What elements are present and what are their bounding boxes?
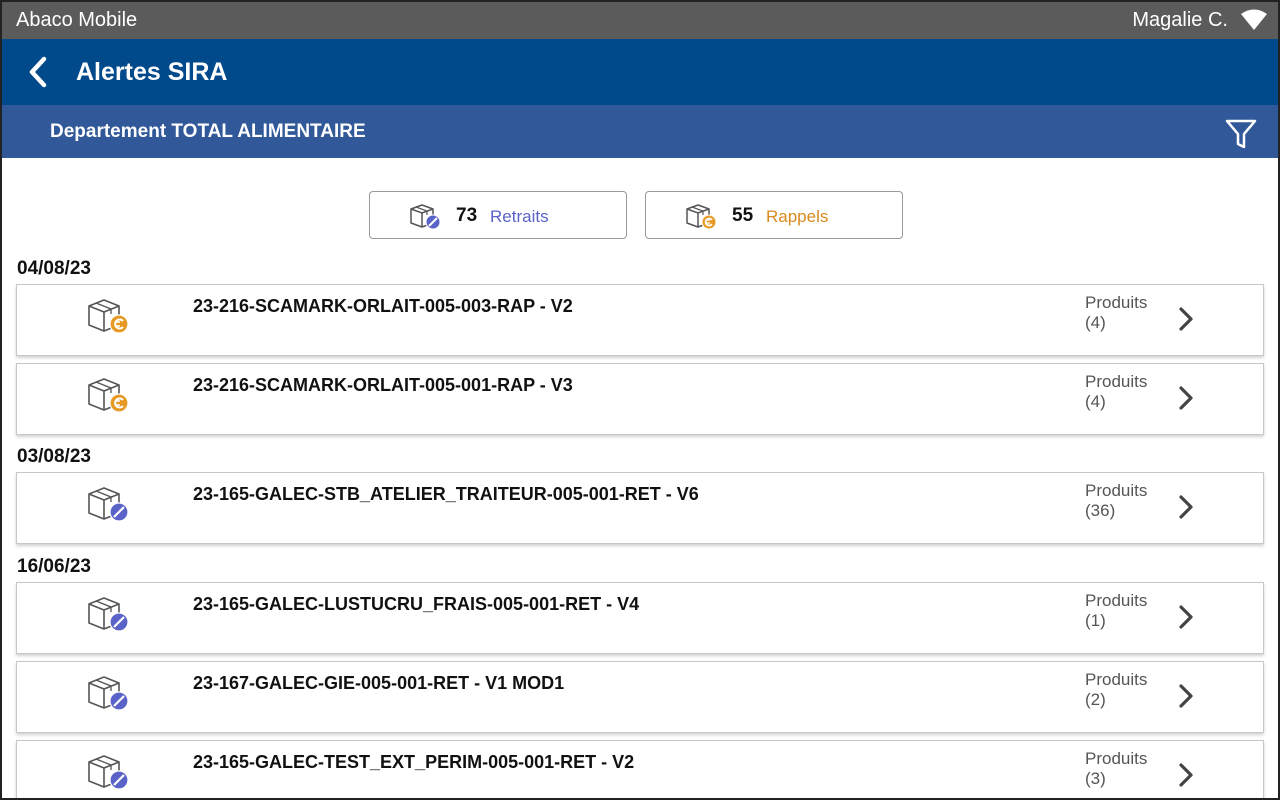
alert-name: 23-165-GALEC-TEST_EXT_PERIM-005-001-RET … [193, 752, 635, 772]
alert-name: 23-165-GALEC-LUSTUCRU_FRAIS-005-001-RET … [193, 594, 640, 614]
date-header: 04/08/23 [17, 258, 91, 279]
box-rappel-icon [686, 204, 717, 230]
chevron-right-icon [1179, 605, 1193, 629]
rappels-count: 55 [732, 205, 754, 226]
app-name: Abaco Mobile [16, 9, 138, 31]
products-info: Produits (1) [1085, 591, 1147, 631]
box-retrait-icon [88, 487, 129, 522]
products-info: Produits (4) [1085, 293, 1147, 333]
products-label: Produits [1085, 481, 1148, 500]
alert-row[interactable]: 23-165-GALEC-LUSTUCRU_FRAIS-005-001-RET … [16, 582, 1264, 654]
chevron-right-icon [1179, 763, 1193, 787]
products-count: (3) [1085, 769, 1106, 788]
alert-row[interactable]: 23-216-SCAMARK-ORLAIT-005-003-RAP - V2 P… [16, 284, 1264, 356]
wifi-icon [1241, 9, 1267, 30]
products-label: Produits [1085, 591, 1148, 610]
date-header: 16/06/23 [17, 556, 91, 577]
products-label: Produits [1085, 749, 1148, 768]
box-retrait-icon [88, 676, 129, 711]
products-label: Produits [1085, 670, 1148, 689]
box-retrait-icon [88, 597, 129, 632]
funnel-icon[interactable] [1224, 116, 1258, 152]
alert-row[interactable]: 23-167-GALEC-GIE-005-001-RET - V1 MOD1 P… [16, 661, 1264, 733]
products-count: (4) [1085, 313, 1106, 332]
products-count: (4) [1085, 392, 1106, 411]
department-label: Departement TOTAL ALIMENTAIRE [50, 121, 366, 142]
alert-row[interactable]: 23-165-GALEC-STB_ATELIER_TRAITEUR-005-00… [16, 472, 1264, 544]
user-name: Magalie C. [1132, 9, 1228, 31]
status-bar: Abaco Mobile Magalie C. [2, 2, 1278, 39]
alert-name: 23-216-SCAMARK-ORLAIT-005-003-RAP - V2 [193, 296, 573, 316]
chevron-left-icon[interactable] [24, 55, 54, 89]
box-retrait-icon [88, 755, 129, 790]
products-info: Produits (4) [1085, 372, 1147, 412]
chevron-right-icon [1179, 684, 1193, 708]
products-info: Produits (2) [1085, 670, 1147, 710]
alert-name: 23-167-GALEC-GIE-005-001-RET - V1 MOD1 [193, 673, 565, 693]
products-count: (36) [1085, 501, 1116, 520]
page-title: Alertes SIRA [76, 58, 228, 86]
box-rappel-icon [88, 299, 129, 334]
box-retrait-icon [410, 204, 441, 230]
retraits-label: Retraits [490, 207, 549, 226]
chevron-right-icon [1179, 386, 1193, 410]
products-label: Produits [1085, 293, 1148, 312]
app-bar: Alertes SIRA [2, 39, 1278, 105]
department-bar: Departement TOTAL ALIMENTAIRE [2, 105, 1278, 158]
retraits-counter-button[interactable]: 73 Retraits [369, 191, 627, 239]
rappels-label: Rappels [766, 207, 829, 226]
chevron-right-icon [1179, 307, 1193, 331]
date-header: 03/08/23 [17, 446, 91, 467]
rappels-counter-button[interactable]: 55 Rappels [645, 191, 903, 239]
retraits-count: 73 [456, 205, 478, 226]
products-count: (1) [1085, 611, 1106, 630]
products-info: Produits (36) [1085, 481, 1147, 521]
box-rappel-icon [88, 378, 129, 413]
alert-row[interactable]: 23-216-SCAMARK-ORLAIT-005-001-RAP - V3 P… [16, 363, 1264, 435]
products-label: Produits [1085, 372, 1148, 391]
alert-name: 23-165-GALEC-STB_ATELIER_TRAITEUR-005-00… [193, 484, 699, 504]
app-frame: Abaco Mobile Magalie C. Alertes SIRA Dep… [2, 2, 1278, 798]
chevron-right-icon [1179, 495, 1193, 519]
alert-name: 23-216-SCAMARK-ORLAIT-005-001-RAP - V3 [193, 375, 573, 395]
products-info: Produits (3) [1085, 749, 1147, 789]
alert-row[interactable]: 23-165-GALEC-TEST_EXT_PERIM-005-001-RET … [16, 740, 1264, 798]
products-count: (2) [1085, 690, 1106, 709]
alerts-content: 73 Retraits 55 Rappels 04/08/23 23-216-S… [2, 158, 1278, 798]
